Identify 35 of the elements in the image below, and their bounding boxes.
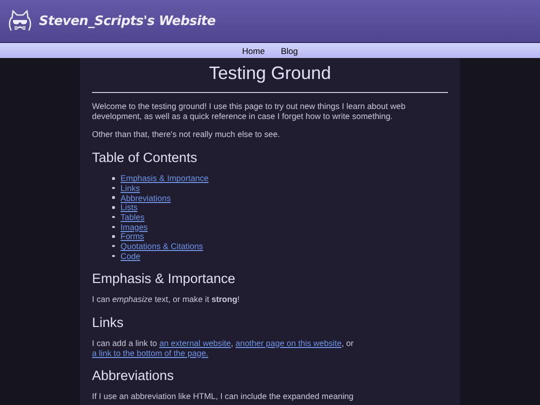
bullet-icon bbox=[112, 196, 114, 199]
toc-link[interactable]: Links bbox=[120, 183, 140, 194]
nav-link[interactable]: Blog bbox=[280, 46, 298, 56]
bullet-icon bbox=[112, 235, 114, 238]
bullet-icon bbox=[112, 177, 114, 180]
page-title: Testing Ground bbox=[92, 63, 448, 93]
section-heading: Abbreviations bbox=[92, 368, 175, 384]
bullet-icon bbox=[112, 226, 114, 228]
nav-link[interactable]: Home bbox=[242, 46, 265, 56]
bullet-icon bbox=[112, 244, 114, 248]
toc-link[interactable]: Tables bbox=[120, 212, 144, 222]
section-heading: Links bbox=[92, 314, 125, 330]
bullet-icon bbox=[112, 186, 114, 190]
section-heading: Emphasis & Importance bbox=[92, 271, 236, 286]
text-link[interactable]: a link to the bottom of the page. bbox=[92, 348, 208, 358]
toc-link[interactable]: Code bbox=[120, 250, 140, 261]
site-title: Steven_Scripts's Website bbox=[39, 14, 216, 28]
paragraph: Other than that, there's not really much else to see. bbox=[92, 129, 281, 139]
toc-link[interactable]: Forms bbox=[120, 231, 144, 242]
toc-link[interactable]: Abbreviations bbox=[120, 192, 171, 203]
text-link[interactable]: another page on this website bbox=[235, 338, 342, 348]
paragraph: I can emphasize text, or make it strong! bbox=[92, 294, 241, 304]
toc-link[interactable]: Quotations & Citations bbox=[120, 241, 204, 252]
paragraph: Welcome to the testing ground! I use this page to try out new things I learn about web development, as well as a quick reference in case I forget how to write something. bbox=[92, 101, 406, 121]
bullet-icon bbox=[112, 254, 114, 258]
cat-sunglasses-icon bbox=[7, 9, 33, 33]
text-link[interactable]: an external website bbox=[159, 338, 231, 348]
toc-link[interactable]: Images bbox=[120, 222, 148, 232]
bullet-icon bbox=[112, 206, 114, 209]
toc-link[interactable]: Emphasis & Importance bbox=[120, 173, 209, 184]
toc-link[interactable]: Lists bbox=[120, 202, 138, 212]
paragraph: If I use an abbreviation like HTML, I can include the expanded meaning bbox=[92, 391, 355, 402]
section-heading: Table of Contents bbox=[92, 150, 198, 164]
paragraph: I can add a link to an external website, another page on this website, or a link to the bottom of the page. bbox=[92, 338, 355, 358]
bullet-icon bbox=[112, 216, 114, 218]
